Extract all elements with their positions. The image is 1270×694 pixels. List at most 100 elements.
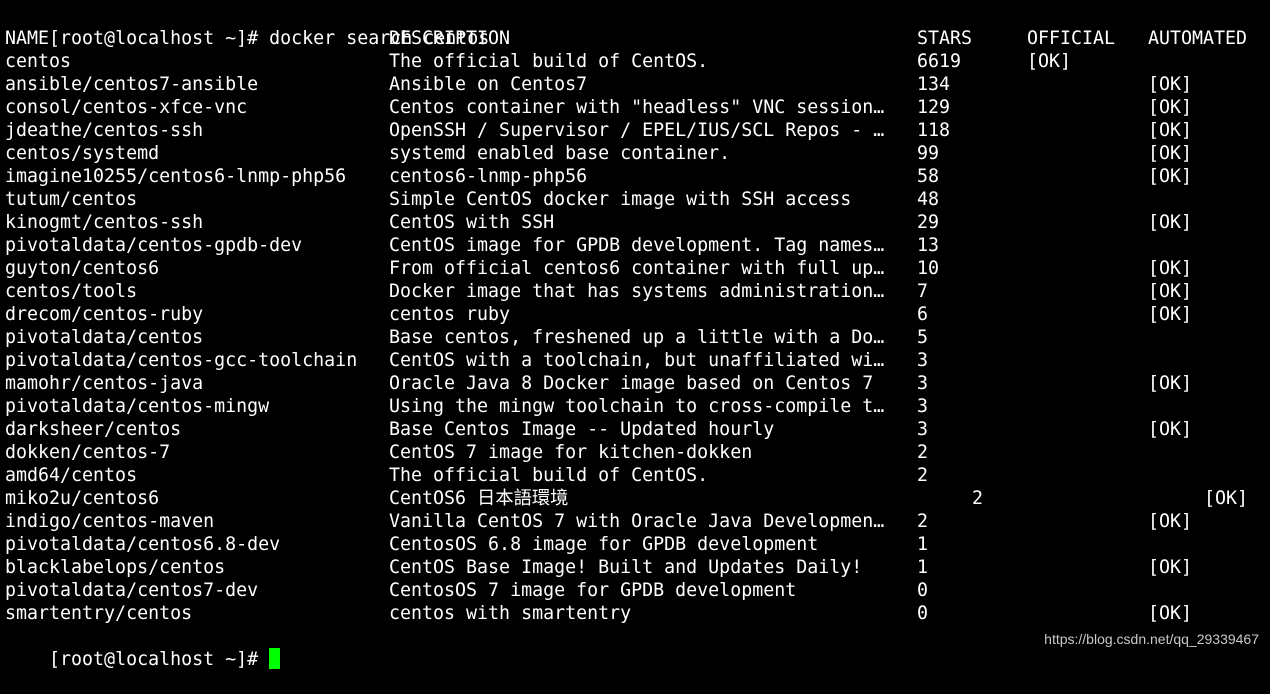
terminal-window[interactable]: [root@localhost ~]# docker search centos…: [0, 0, 1270, 670]
row-stars: 10: [917, 258, 940, 279]
row-description: CentosOS 7 image for GPDB development: [389, 580, 797, 601]
header-stars: STARS: [917, 28, 973, 49]
table-row: dokken/centos-7 CentOS 7 image for kitche…: [5, 441, 1270, 464]
row-stars: 58: [917, 166, 940, 187]
table-row: consol/centos-xfce-vnc Centos container w…: [5, 96, 1270, 119]
row-description: Ansible on Centos7: [389, 74, 588, 95]
row-name: pivotaldata/centos7-dev: [5, 580, 259, 601]
row-description: From official centos6 container with ful…: [389, 258, 885, 279]
watermark: https://blog.csdn.net/qq_29339467: [1044, 631, 1259, 647]
row-name: centos/tools: [5, 281, 138, 302]
row-name: pivotaldata/centos-mingw: [5, 396, 270, 417]
row-description: The official build of CentOS.: [389, 51, 709, 72]
row-description: CentOS with a toolchain, but unaffiliate…: [389, 350, 885, 371]
row-description: CentOS 7 image for kitchen-dokken: [389, 442, 753, 463]
row-name: darksheer/centos: [5, 419, 182, 440]
row-description: Base centos, freshened up a little with …: [389, 327, 885, 348]
row-description: Oracle Java 8 Docker image based on Cent…: [389, 373, 874, 394]
row-name: pivotaldata/centos6.8-dev: [5, 534, 281, 555]
row-description: Using the mingw toolchain to cross-compi…: [389, 396, 885, 417]
row-description: centos6-lnmp-php56: [389, 166, 588, 187]
row-name: pivotaldata/centos-gpdb-dev: [5, 235, 303, 256]
row-description: systemd enabled base container.: [389, 143, 731, 164]
row-stars: 48: [917, 189, 940, 210]
table-row: amd64/centos The official build of CentOS…: [5, 464, 1270, 487]
table-row: pivotaldata/centos6.8-dev CentosOS 6.8 im…: [5, 533, 1270, 556]
row-stars: 3: [917, 396, 929, 417]
row-stars: 1: [917, 534, 929, 555]
row-automated: [OK]: [1148, 603, 1193, 624]
header-description: DESCRIPTION: [389, 28, 511, 49]
row-stars: 1: [917, 557, 929, 578]
row-description: CentOS Base Image! Built and Updates Dai…: [389, 557, 863, 578]
row-stars: 118: [917, 120, 951, 141]
row-description: CentOS image for GPDB development. Tag n…: [389, 235, 885, 256]
row-description: Simple CentOS docker image with SSH acce…: [389, 189, 852, 210]
table-row: ansible/centos7-ansible Ansible on Centos…: [5, 73, 1270, 96]
row-stars: 2: [917, 442, 929, 463]
row-description: centos ruby: [389, 304, 511, 325]
row-name: dokken/centos-7: [5, 442, 171, 463]
table-row: pivotaldata/centos-gcc-toolchain CentOS w…: [5, 349, 1270, 372]
row-stars: 6619: [917, 51, 962, 72]
table-row: darksheer/centos Base Centos Image -- Upd…: [5, 418, 1270, 441]
row-automated: [OK]: [1148, 97, 1193, 118]
row-name: guyton/centos6: [5, 258, 160, 279]
row-name: imagine10255/centos6-lnmp-php56: [5, 166, 347, 187]
table-row: pivotaldata/centos Base centos, freshened…: [5, 326, 1270, 349]
table-row: jdeathe/centos-ssh OpenSSH / Supervisor /…: [5, 119, 1270, 142]
row-automated: [OK]: [1148, 304, 1193, 325]
row-name: centos/systemd: [5, 143, 160, 164]
row-name: centos: [5, 51, 72, 72]
header-official: OFFICIAL: [1027, 28, 1116, 49]
terminal-cursor[interactable]: [269, 648, 281, 669]
row-automated: [OK]: [1148, 120, 1193, 141]
table-row: centos/tools Docker image that has system…: [5, 280, 1270, 303]
row-automated: [OK]: [1148, 281, 1193, 302]
table-row: centos/systemd systemd enabled base conta…: [5, 142, 1270, 165]
row-name: consol/centos-xfce-vnc: [5, 97, 248, 118]
table-row: blacklabelops/centos CentOS Base Image! B…: [5, 556, 1270, 579]
table-header: NAME DESCRIPTION STARS OFFICIAL AUTOMATE…: [5, 27, 1270, 50]
row-description: CentOS with SSH: [389, 212, 555, 233]
table-row: drecom/centos-ruby centos ruby 6 [OK]: [5, 303, 1270, 326]
row-automated: [OK]: [1148, 373, 1193, 394]
row-stars: 5: [917, 327, 929, 348]
row-description: OpenSSH / Supervisor / EPEL/IUS/SCL Repo…: [389, 120, 885, 141]
row-stars: 3: [917, 419, 929, 440]
row-automated: [OK]: [1148, 212, 1193, 233]
row-stars: 99: [917, 143, 940, 164]
table-row: indigo/centos-maven Vanilla CentOS 7 with…: [5, 510, 1270, 533]
table-row: smartentry/centos centos with smartentry 0…: [5, 602, 1270, 625]
table-row: imagine10255/centos6-lnmp-php56 centos6-l…: [5, 165, 1270, 188]
row-name: amd64/centos: [5, 465, 138, 486]
row-stars: 129: [917, 97, 951, 118]
row-stars: 6: [917, 304, 929, 325]
table-row: pivotaldata/centos-mingw Using the mingw …: [5, 395, 1270, 418]
table-row: mamohr/centos-java Oracle Java 8 Docker i…: [5, 372, 1270, 395]
row-name: smartentry/centos: [5, 603, 193, 624]
row-name: kinogmt/centos-ssh: [5, 212, 204, 233]
row-name: tutum/centos: [5, 189, 138, 210]
row-name: indigo/centos-maven: [5, 511, 215, 532]
row-automated: [OK]: [1148, 557, 1193, 578]
row-stars: 2: [917, 465, 929, 486]
row-stars: 7: [917, 281, 929, 302]
row-description: The official build of CentOS.: [389, 465, 709, 486]
header-automated: AUTOMATED: [1148, 28, 1248, 49]
row-official: [OK]: [1027, 51, 1072, 72]
row-automated: [OK]: [1204, 488, 1249, 509]
row-stars: 2: [972, 488, 984, 509]
row-name: ansible/centos7-ansible: [5, 74, 259, 95]
row-stars: 0: [917, 580, 929, 601]
row-description: CentosOS 6.8 image for GPDB development: [389, 534, 819, 555]
row-automated: [OK]: [1148, 258, 1193, 279]
row-automated: [OK]: [1148, 74, 1193, 95]
result-rows: centos The official build of CentOS. 6619 […: [5, 50, 1270, 625]
row-description: CentOS6 日本語環境: [389, 488, 569, 509]
row-description: Docker image that has systems administra…: [389, 281, 885, 302]
row-automated: [OK]: [1148, 166, 1193, 187]
table-row: guyton/centos6 From official centos6 cont…: [5, 257, 1270, 280]
row-stars: 0: [917, 603, 929, 624]
row-name: drecom/centos-ruby: [5, 304, 204, 325]
